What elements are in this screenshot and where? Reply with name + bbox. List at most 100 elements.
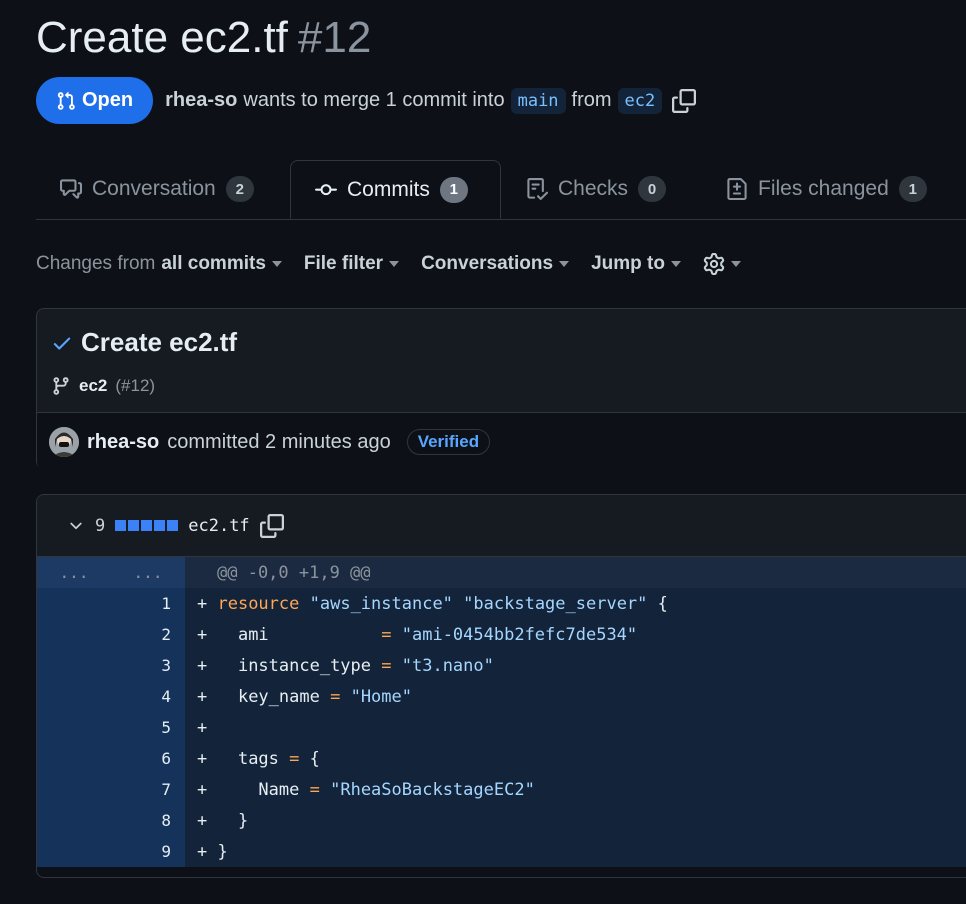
commit-branch-name[interactable]: ec2: [79, 376, 107, 396]
line-number-gutter[interactable]: 1: [37, 588, 185, 619]
diff-prefix: +: [197, 717, 208, 738]
tab-files-changed[interactable]: Files changed 1: [726, 160, 927, 218]
code-text: instance_type = "t3.nano": [237, 655, 494, 676]
hunk-old-line: ...: [59, 563, 89, 582]
code-line: + key_name = "Home": [185, 681, 966, 712]
code-text: }: [237, 810, 249, 831]
copy-branch-button[interactable]: [672, 88, 697, 113]
from-text: from: [571, 89, 612, 111]
commit-pr-ref[interactable]: (#12): [115, 376, 155, 396]
head-branch[interactable]: ec2: [617, 87, 663, 114]
commit-meta: rhea-so committed 2 minutes ago Verified: [37, 412, 966, 470]
caret-down-icon: [271, 261, 282, 267]
diff-line: 2 + ami = "ami-0454bb2fefc7de534": [37, 619, 966, 650]
line-number-gutter[interactable]: 5: [37, 712, 185, 743]
pr-title-text: Create ec2.tf: [36, 13, 288, 62]
tab-count: 0: [638, 176, 667, 202]
new-line-number: 4: [161, 687, 171, 706]
code-text: Name = "RheaSoBackstageEC2": [258, 779, 535, 800]
commit-action: committed 2 minutes ago: [167, 430, 391, 453]
caret-down-icon: [730, 261, 741, 267]
tab-checks[interactable]: Checks 0: [526, 160, 667, 218]
merge-summary: rhea-so wants to merge 1 commit into mai…: [165, 87, 697, 114]
checklist-icon: [527, 178, 548, 200]
code-text: tags = {: [237, 748, 320, 769]
code-line: + resource "aws_instance" "backstage_ser…: [185, 588, 966, 619]
code-line: + }: [185, 805, 966, 836]
diff-line: 3 + instance_type = "t3.nano": [37, 650, 966, 681]
comment-icon: [60, 179, 82, 199]
pr-state-row: Open rhea-so wants to merge 1 commit int…: [36, 77, 697, 124]
tab-count: 1: [898, 176, 927, 202]
hunk-header-row: ... ... @@ -0,0 +1,9 @@: [37, 557, 966, 588]
gear-icon: [703, 253, 725, 275]
line-number-gutter[interactable]: 2: [37, 619, 185, 650]
new-line-number: 3: [161, 656, 171, 675]
code-text: resource "aws_instance" "backstage_serve…: [217, 593, 668, 614]
commit-header: Create ec2.tf: [51, 327, 237, 358]
conversations-dropdown[interactable]: Conversations: [421, 253, 570, 275]
diff-prefix: +: [197, 686, 238, 707]
chevron-down-icon[interactable]: [67, 517, 85, 535]
diff-prefix: +: [197, 624, 238, 645]
avatar-image: [49, 427, 79, 457]
commit-branch-row: ec2 (#12): [51, 376, 155, 396]
caret-down-icon: [559, 261, 570, 267]
commit-meta-row: rhea-so committed 2 minutes ago Verified: [49, 427, 491, 457]
code-text: }: [217, 841, 228, 862]
pr-number: #12: [297, 13, 372, 62]
hunk-header: @@ -0,0 +1,9 @@: [185, 557, 966, 588]
diff-line: 8 + }: [37, 805, 966, 836]
line-number-gutter[interactable]: 7: [37, 774, 185, 805]
file-diff: 9 ec2.tf ... ... @@ -0,0 +1,9 @@ 1 + reso…: [36, 494, 966, 878]
diffstat-bar: [115, 520, 179, 531]
code-text: ami = "ami-0454bb2fefc7de534": [237, 624, 638, 645]
diff-line: 1 + resource "aws_instance" "backstage_se…: [37, 588, 966, 619]
git-branch-icon: [53, 377, 69, 395]
file-change-count: 9: [95, 515, 106, 536]
tab-count: 1: [439, 176, 468, 203]
hunk-expand[interactable]: ... ...: [37, 557, 185, 588]
code-line: + }: [185, 836, 966, 867]
conversations-label: Conversations: [421, 253, 554, 274]
commit-title[interactable]: Create ec2.tf: [81, 327, 237, 358]
code-text: key_name = "Home": [237, 686, 412, 707]
changes-from-dropdown[interactable]: Changes from all commits: [36, 253, 282, 275]
diff-line: 9 + }: [37, 836, 966, 867]
diff-prefix: +: [197, 748, 238, 769]
new-line-number: 7: [161, 780, 171, 799]
copy-icon[interactable]: [259, 513, 284, 538]
tab-label: Commits: [347, 177, 430, 201]
pull-request-icon: [57, 91, 75, 110]
code-line: + Name = "RheaSoBackstageEC2": [185, 774, 966, 805]
line-number-gutter[interactable]: 3: [37, 650, 185, 681]
pr-author-link[interactable]: rhea-so: [165, 89, 237, 112]
tab-commits[interactable]: Commits 1: [290, 160, 501, 219]
base-branch[interactable]: main: [510, 87, 566, 114]
file-filter-dropdown[interactable]: File filter: [304, 253, 400, 275]
commit-icon: [315, 183, 337, 195]
avatar[interactable]: [49, 427, 79, 457]
code-line: + tags = {: [185, 743, 966, 774]
tab-count: 2: [225, 176, 254, 202]
file-name[interactable]: ec2.tf: [188, 516, 249, 536]
line-number-gutter[interactable]: 8: [37, 805, 185, 836]
check-icon: [53, 337, 71, 350]
commit-author-link[interactable]: rhea-so: [87, 431, 159, 454]
commit-summary: Create ec2.tf ec2 (#12) rhea-so committe…: [36, 308, 966, 470]
new-line-number: 9: [161, 842, 171, 861]
diff-filter-bar: Changes from all commits File filter Con…: [36, 250, 763, 278]
caret-down-icon: [670, 261, 681, 267]
diff-prefix: +: [197, 779, 259, 800]
verified-badge[interactable]: Verified: [406, 429, 491, 455]
tab-label: Files changed: [758, 177, 889, 200]
pr-title: Create ec2.tf #12: [36, 10, 371, 66]
line-number-gutter[interactable]: 6: [37, 743, 185, 774]
diff-settings-dropdown[interactable]: [703, 253, 741, 275]
jump-to-dropdown[interactable]: Jump to: [591, 253, 681, 275]
changes-from-label: Changes from: [36, 253, 156, 274]
new-line-number: 8: [161, 811, 171, 830]
line-number-gutter[interactable]: 4: [37, 681, 185, 712]
line-number-gutter[interactable]: 9: [37, 836, 185, 867]
tab-conversation[interactable]: Conversation 2: [60, 160, 254, 218]
